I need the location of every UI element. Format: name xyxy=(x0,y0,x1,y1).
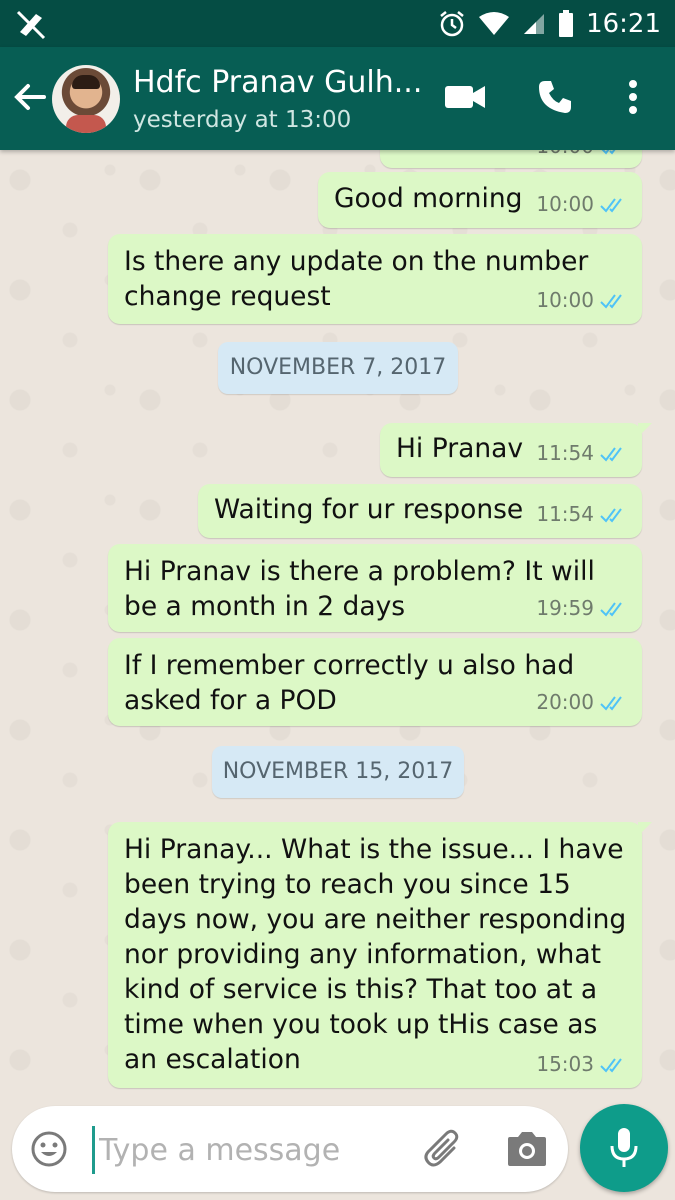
message-text: Waiting for ur response xyxy=(214,494,524,525)
read-ticks-icon xyxy=(600,293,622,309)
message-bubble[interactable]: Is there any update on the number change… xyxy=(108,234,642,324)
message-composer xyxy=(12,1106,568,1192)
more-vert-icon[interactable] xyxy=(627,79,639,115)
message-time: 10:00 xyxy=(536,288,594,312)
message-bubble[interactable]: 10:00 xyxy=(380,150,642,168)
message-time: 15:03 xyxy=(536,1052,594,1076)
message-bubble[interactable]: Good morning 10:00 xyxy=(318,172,642,228)
message-time: 10:00 xyxy=(536,192,594,216)
read-ticks-icon xyxy=(600,197,622,213)
video-call-icon[interactable] xyxy=(444,81,486,113)
attach-icon[interactable] xyxy=(424,1128,464,1170)
message-text: Hi Pranav xyxy=(396,433,524,464)
message-bubble[interactable]: If I remember correctly u also had asked… xyxy=(108,638,642,726)
message-text: Is there any update on the number change… xyxy=(124,246,589,312)
message-text: If I remember correctly u also had asked… xyxy=(124,650,575,716)
message-time: 11:54 xyxy=(536,502,594,526)
message-text: Hi Pranay... What is the issue... I have… xyxy=(124,834,627,1075)
camera-icon[interactable] xyxy=(506,1128,548,1168)
message-input[interactable] xyxy=(92,1126,411,1174)
contact-name[interactable]: Hdfc Pranav Gulh... xyxy=(133,65,423,100)
read-ticks-icon xyxy=(600,601,622,617)
date-separator: NOVEMBER 7, 2017 xyxy=(218,342,458,394)
message-bubble[interactable]: Hi Pranav 11:54 xyxy=(380,423,652,477)
read-ticks-icon xyxy=(602,150,616,155)
read-ticks-icon xyxy=(600,1057,622,1073)
avatar[interactable] xyxy=(52,65,120,133)
phone-icon[interactable] xyxy=(537,79,573,115)
message-bubble[interactable]: Hi Pranay... What is the issue... I have… xyxy=(108,822,652,1088)
status-bar: 16:21 xyxy=(0,0,675,47)
message-time: 20:00 xyxy=(536,690,594,714)
last-seen-status: yesterday at 13:00 xyxy=(133,107,352,133)
message-text: Good morning xyxy=(334,183,523,214)
message-bubble[interactable]: Waiting for ur response 11:54 xyxy=(198,484,642,538)
wifi-icon xyxy=(479,11,510,35)
emoji-icon[interactable] xyxy=(30,1130,68,1168)
read-ticks-icon xyxy=(600,507,622,523)
battery-icon xyxy=(559,9,574,37)
message-time: 19:59 xyxy=(536,596,594,620)
message-text: Hi Pranav is there a problem? It will be… xyxy=(124,556,595,622)
read-ticks-icon xyxy=(600,695,622,711)
back-arrow-icon[interactable] xyxy=(10,77,50,117)
message-list[interactable]: 10:00 Good morning 10:00 Is there any up… xyxy=(0,150,675,1100)
date-separator: NOVEMBER 15, 2017 xyxy=(212,746,464,798)
no-notifications-icon xyxy=(16,10,46,40)
message-time: 10:00 xyxy=(536,150,594,164)
voice-message-button[interactable] xyxy=(580,1104,668,1192)
chat-header: Hdfc Pranav Gulh... yesterday at 13:00 xyxy=(0,47,675,150)
message-time: 11:54 xyxy=(536,441,594,465)
read-ticks-icon xyxy=(600,446,622,462)
signal-icon xyxy=(524,13,545,34)
microphone-icon xyxy=(610,1128,638,1167)
alarm-icon xyxy=(440,10,464,36)
message-bubble[interactable]: Hi Pranav is there a problem? It will be… xyxy=(108,544,642,632)
clock: 16:21 xyxy=(586,8,661,39)
